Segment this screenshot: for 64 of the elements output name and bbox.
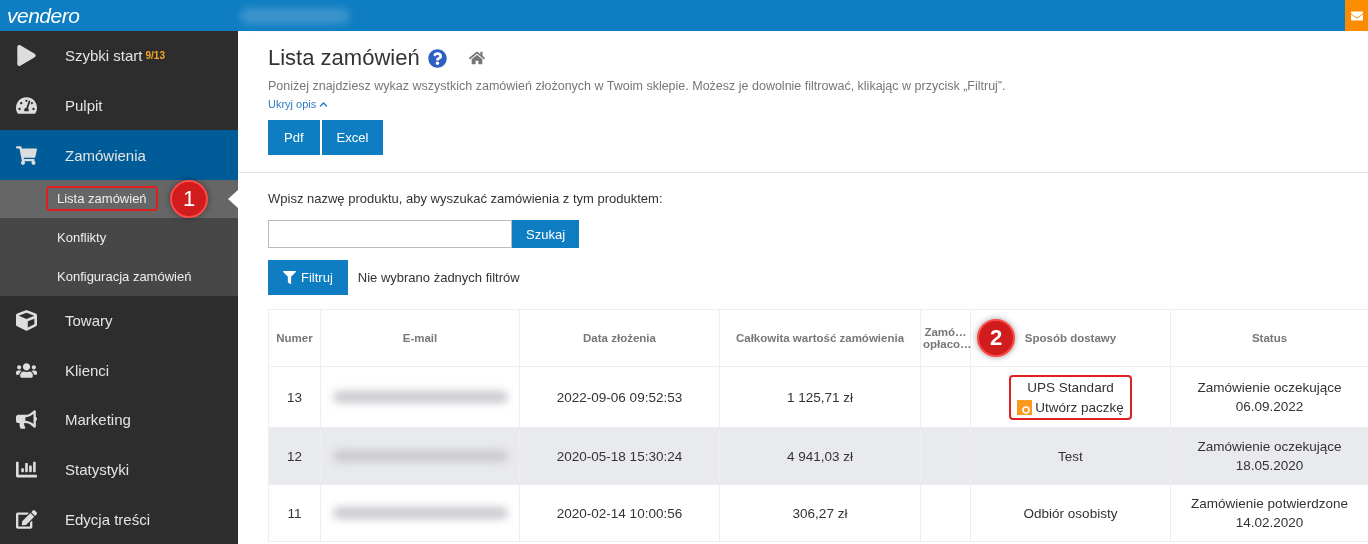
megaphone-icon	[16, 409, 37, 431]
search-label: Wpisz nazwę produktu, aby wyszukać zamówienia z tym produktem:	[268, 191, 664, 206]
delivery-method: Odbiór osobisty	[1023, 505, 1118, 521]
search-field[interactable]	[268, 220, 512, 248]
logo-icon	[1017, 399, 1033, 415]
status-text: Zamówienie oczekujące	[1196, 380, 1343, 395]
callout-badge: 1	[170, 179, 208, 218]
sidebar-item[interactable]: Szybki start $^{9/13}$	[0, 31, 238, 81]
sidebar-item[interactable]: Edycja treści	[0, 494, 238, 544]
chevron-up-icon	[319, 99, 329, 109]
column-header: Zamó… opłaco…	[923, 326, 972, 350]
sidebar-item[interactable]: Klienci	[0, 345, 238, 396]
sidebar-item[interactable]: Towary	[0, 295, 238, 346]
filter-button[interactable]: Filtruj	[268, 260, 348, 295]
page-description: Poniżej znajdziesz wykaz wszystkich zamówień złożonych w Twoim sklepie. Możesz je dowolnie filtrować, klikając w przycisk „Filtruj”.	[268, 79, 1007, 93]
callout-badge: 2	[977, 319, 1015, 357]
table-cell: 2020-02-14 10:00:56	[519, 484, 720, 542]
status-date: 18.05.2020	[1234, 458, 1305, 473]
gauge-icon	[16, 94, 37, 116]
mail-button[interactable]	[1345, 0, 1368, 31]
submenu-item[interactable]: Konflikty	[46, 224, 118, 250]
table-cell: 13	[268, 366, 321, 428]
column-header: Numer	[276, 332, 313, 344]
home-icon[interactable]	[468, 50, 485, 66]
filter-icon	[283, 271, 296, 284]
table-cell: 11	[268, 484, 321, 542]
table-cell: 2020-05-18 15:30:24	[519, 427, 720, 485]
table-cell: 2022-09-06 09:52:53	[519, 366, 720, 428]
progress-count: 9/13	[145, 50, 165, 62]
page-title: Lista zamówień	[268, 45, 420, 71]
status-text: Zamówienie potwierdzone	[1190, 496, 1349, 511]
column-header: Data złożenia	[583, 332, 656, 344]
column-header: Całkowita wartość zamówienia	[735, 332, 905, 344]
column-header: Sposób dostawy	[1024, 332, 1117, 344]
create-parcel-link[interactable]: Utwórz paczkę	[1017, 399, 1124, 415]
export-button[interactable]: Excel	[321, 120, 384, 155]
help-icon[interactable]	[427, 48, 447, 68]
sidebar-item[interactable]: Pulpit	[0, 80, 238, 131]
cart-icon	[16, 144, 37, 166]
export-button[interactable]: Pdf	[268, 120, 320, 155]
status-text: Zamówienie oczekujące	[1196, 439, 1343, 454]
delivery-method: UPS Standard	[1027, 379, 1114, 395]
sidebar-item[interactable]: Marketing	[0, 395, 238, 445]
delivery-method: Test	[1058, 448, 1083, 464]
column-header: Status	[1251, 332, 1288, 344]
status-date: 06.09.2022	[1234, 399, 1305, 414]
mail-icon	[1350, 9, 1363, 22]
table-cell: 1 125,71 zł	[719, 366, 921, 428]
sidebar-item[interactable]: Statystyki	[0, 444, 238, 495]
toggle-link[interactable]: Ukryj opis	[268, 98, 329, 110]
search-button[interactable]: Szukaj	[512, 220, 580, 248]
logo: vendero	[6, 3, 81, 28]
table-cell: 4 941,03 zł	[719, 427, 921, 485]
sidebar-item[interactable]: Zamówienia	[0, 130, 238, 180]
status-date: 14.02.2020	[1234, 515, 1305, 530]
submenu-item[interactable]: Konfiguracja zamówień	[46, 263, 203, 289]
edit-icon	[16, 508, 37, 530]
play-icon	[16, 45, 37, 67]
table-cell: 306,27 zł	[719, 484, 921, 542]
filter-status: Nie wybrano żadnych filtrów	[357, 270, 520, 285]
box-icon	[16, 310, 37, 332]
submenu-item[interactable]: Lista zamówień	[46, 186, 158, 212]
table-cell: 12	[268, 427, 321, 485]
column-header: E-mail	[402, 332, 438, 344]
